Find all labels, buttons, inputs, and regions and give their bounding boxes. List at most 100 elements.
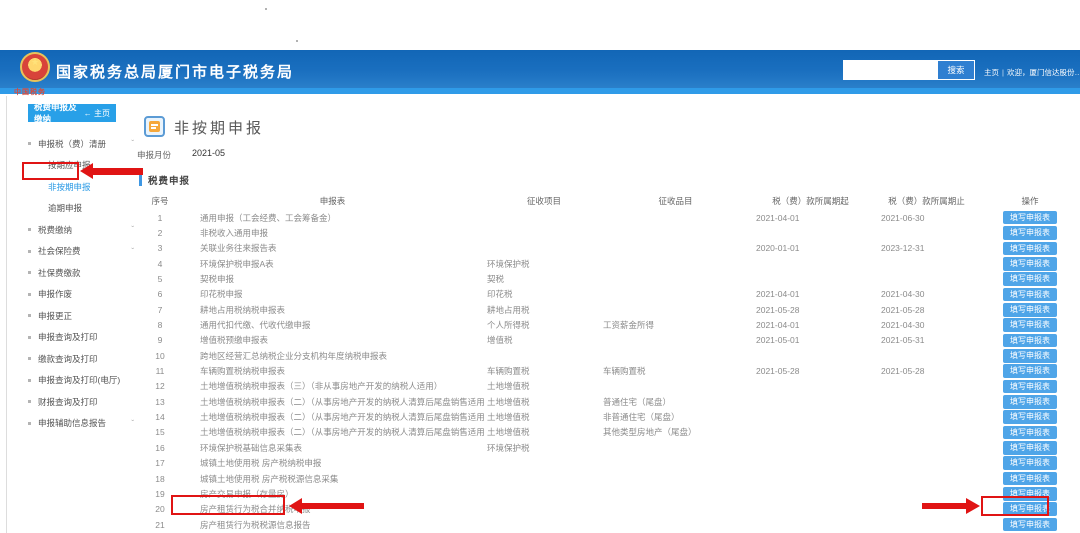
row-period-start: 2021-05-01 xyxy=(748,335,873,345)
sidebar-item[interactable]: 申报税（费）清册 ˇ xyxy=(18,133,140,155)
row-form-name: 环境保护税申报A表 xyxy=(180,258,485,270)
table-row: 11 车辆购置税纳税申报表 车辆购置税 车辆购置税 2021-05-28 202… xyxy=(140,363,1080,378)
bullet-icon xyxy=(28,357,31,360)
row-levy-category: 车辆购置税 xyxy=(603,365,748,377)
bullet-icon xyxy=(28,293,31,296)
top-banner-strip xyxy=(0,88,1080,94)
row-levy-item: 环境保护税 xyxy=(485,442,603,454)
table-row: 10 跨地区经营汇总纳税企业分支机构年度纳税申报表 填写申报表 xyxy=(140,348,1080,363)
fill-declaration-button[interactable]: 填写申报表 xyxy=(1003,426,1057,440)
row-number: 9 xyxy=(140,335,180,345)
fill-declaration-button[interactable]: 填写申报表 xyxy=(1003,272,1057,286)
sidebar-item-label: 社保费缴款 xyxy=(38,267,81,279)
welcome-user-text: 欢迎，厦门信达股份… xyxy=(1007,67,1080,78)
bullet-icon xyxy=(28,379,31,382)
fill-declaration-button[interactable]: 填写申报表 xyxy=(1003,364,1057,378)
fill-declaration-button[interactable]: 填写申报表 xyxy=(1003,380,1057,394)
app-window: ★ 中国税务 国家税务总局厦门市电子税务局 搜索 主页 | 欢迎，厦门信达股份…… xyxy=(0,0,1080,533)
row-form-name: 契税申报 xyxy=(180,273,485,285)
sidebar-item[interactable]: 社保费缴款 xyxy=(18,262,140,284)
row-number: 13 xyxy=(140,397,180,407)
fill-declaration-button[interactable]: 填写申报表 xyxy=(1003,288,1057,302)
fill-declaration-button[interactable]: 填写申报表 xyxy=(1003,518,1057,532)
search-button[interactable]: 搜索 xyxy=(938,61,974,79)
row-levy-item: 土地增值税 xyxy=(485,411,603,423)
table-row: 6 印花税申报 印花税 2021-04-01 2021-04-30 填写申报表 xyxy=(140,287,1080,302)
column-header-form: 申报表 xyxy=(180,193,485,209)
row-period-start: 2021-04-01 xyxy=(748,213,873,223)
sidebar-item-label: 财报查询及打印 xyxy=(38,396,98,408)
sidebar-item[interactable]: 缴款查询及打印 xyxy=(18,348,140,370)
row-number: 12 xyxy=(140,381,180,391)
sidebar-header: 税费申报及缴纳 ← 主页 xyxy=(28,104,116,122)
home-link[interactable]: 主页 xyxy=(984,67,999,78)
bullet-icon xyxy=(28,250,31,253)
fill-declaration-button[interactable]: 填写申报表 xyxy=(1003,456,1057,470)
fill-declaration-button[interactable]: 填写申报表 xyxy=(1003,472,1057,486)
sidebar-item[interactable]: 逾期申报 xyxy=(18,198,140,220)
row-period-end: 2021-04-30 xyxy=(873,289,980,299)
row-form-name: 印花税申报 xyxy=(180,288,485,300)
annotation-arrow-body xyxy=(92,168,143,175)
bullet-icon xyxy=(28,228,31,231)
row-form-name: 城镇土地使用税 房产税纳税申报 xyxy=(180,457,485,469)
sidebar-home-link[interactable]: ← 主页 xyxy=(84,108,110,119)
top-links: 主页 | 欢迎，厦门信达股份… | 退出 xyxy=(984,66,1080,78)
table-row: 18 城镇土地使用税 房产税税源信息采集 填写申报表 xyxy=(140,471,1080,486)
row-form-name: 环境保护税基础信息采集表 xyxy=(180,442,485,454)
fill-declaration-button[interactable]: 填写申报表 xyxy=(1003,211,1057,225)
table-row: 7 耕地占用税纳税申报表 耕地占用税 2021-05-28 2021-05-28… xyxy=(140,302,1080,317)
sidebar-item-label: 申报作废 xyxy=(38,288,72,300)
fill-declaration-button[interactable]: 填写申报表 xyxy=(1003,395,1057,409)
row-levy-item: 印花税 xyxy=(485,288,603,300)
fill-declaration-button[interactable]: 填写申报表 xyxy=(1003,257,1057,271)
annotation-arrow-right-icon xyxy=(966,498,980,514)
row-levy-item: 耕地占用税 xyxy=(485,304,603,316)
table-row: 4 环境保护税申报A表 环境保护税 填写申报表 xyxy=(140,256,1080,271)
sidebar-item[interactable]: 申报更正 xyxy=(18,305,140,327)
fill-declaration-button[interactable]: 填写申报表 xyxy=(1003,410,1057,424)
link-separator: | xyxy=(1002,68,1004,77)
sidebar-item-label: 申报税（费）清册 xyxy=(38,138,106,150)
page-title-icon xyxy=(144,116,165,137)
table-row: 5 契税申报 契税 填写申报表 xyxy=(140,271,1080,286)
fill-declaration-button[interactable]: 填写申报表 xyxy=(1003,226,1057,240)
row-number: 10 xyxy=(140,351,180,361)
row-levy-item: 土地增值税 xyxy=(485,380,603,392)
sidebar-item-label: 申报辅助信息报告 xyxy=(38,417,106,429)
fill-declaration-button[interactable]: 填写申报表 xyxy=(1003,349,1057,363)
search-input[interactable] xyxy=(844,61,938,79)
table-header-row: 序号 申报表 征收项目 征收品目 税（费）款所属期起 税（费）款所属期止 操作 xyxy=(140,193,1080,209)
fill-declaration-button[interactable]: 填写申报表 xyxy=(1003,303,1057,317)
sidebar-item[interactable]: 税费缴纳 ˇ xyxy=(18,219,140,241)
row-number: 8 xyxy=(140,320,180,330)
fill-declaration-button[interactable]: 填写申报表 xyxy=(1003,334,1057,348)
row-levy-category: 其他类型房地产（尾盘） xyxy=(603,426,748,438)
row-form-name: 跨地区经营汇总纳税企业分支机构年度纳税申报表 xyxy=(180,350,485,362)
row-form-name: 土地增值税纳税申报表（二）（从事房地产开发的纳税人清算后尾盘销售适用） xyxy=(180,426,485,438)
fill-declaration-button[interactable]: 填写申报表 xyxy=(1003,318,1057,332)
row-form-name: 耕地占用税纳税申报表 xyxy=(180,304,485,316)
sidebar-item-label: 申报查询及打印(电厅) xyxy=(38,374,120,386)
annotation-box-row20-button xyxy=(981,496,1049,516)
sidebar-item[interactable]: 社会保险费 ˇ xyxy=(18,241,140,263)
bullet-icon xyxy=(28,271,31,274)
row-period-start: 2021-05-28 xyxy=(748,305,873,315)
fill-declaration-button[interactable]: 填写申报表 xyxy=(1003,441,1057,455)
search-box: 搜索 xyxy=(843,60,975,80)
content-left-border xyxy=(6,96,7,533)
period-value: 2021-05 xyxy=(192,148,225,158)
sidebar-item[interactable]: 申报作废 xyxy=(18,284,140,306)
table-row: 12 土地增值税纳税申报表（三）（非从事房地产开发的纳税人适用） 土地增值税 填… xyxy=(140,379,1080,394)
section-header: 税费申报 xyxy=(139,173,190,187)
bullet-icon xyxy=(28,422,31,425)
sidebar-home-label: 主页 xyxy=(94,109,110,118)
bullet-icon xyxy=(28,400,31,403)
sidebar-item[interactable]: 申报查询及打印 xyxy=(18,327,140,349)
sidebar-item[interactable]: 申报查询及打印(电厅) xyxy=(18,370,140,392)
fill-declaration-button[interactable]: 填写申报表 xyxy=(1003,242,1057,256)
table-row: 21 房产租赁行为税税源信息报告 填写申报表 xyxy=(140,517,1080,532)
sidebar-item[interactable]: 财报查询及打印 xyxy=(18,391,140,413)
sidebar-item[interactable]: 申报辅助信息报告 ˇ xyxy=(18,413,140,435)
table-row: 2 非税收入通用申报 填写申报表 xyxy=(140,225,1080,240)
